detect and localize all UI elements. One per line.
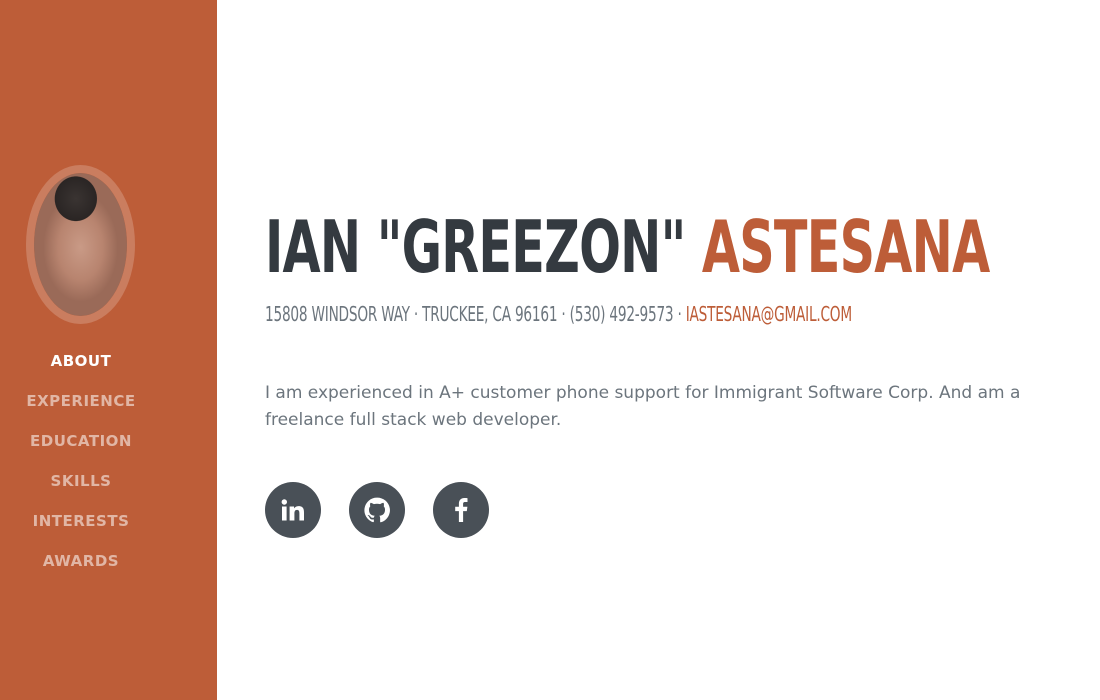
sidebar-nav: ABOUT EXPERIENCE EDUCATION SKILLS INTERE…: [0, 350, 162, 590]
bio-text: I am experienced in A+ customer phone su…: [265, 383, 1021, 430]
github-button[interactable]: [349, 482, 405, 538]
contact-address: 15808 WINDSOR WAY · TRUCKEE, CA 96161 · …: [265, 302, 682, 326]
social-links: [265, 482, 489, 538]
facebook-button[interactable]: [433, 482, 489, 538]
profile-photo: [34, 173, 127, 316]
linkedin-icon: [281, 499, 304, 521]
linkedin-button[interactable]: [265, 482, 321, 538]
nav-item-experience[interactable]: EXPERIENCE: [0, 390, 162, 430]
first-name: IAN "GREEZON": [265, 205, 686, 289]
nav-item-interests[interactable]: INTERESTS: [0, 510, 162, 550]
github-icon: [364, 497, 390, 523]
email-link[interactable]: IASTESANA@GMAIL.COM: [686, 302, 852, 326]
facebook-icon: [455, 498, 468, 522]
contact-line: 15808 WINDSOR WAY · TRUCKEE, CA 96161 · …: [265, 300, 852, 328]
nav-item-about[interactable]: ABOUT: [0, 350, 162, 390]
page-title: IAN "GREEZON" ASTESANA: [265, 200, 990, 294]
last-name: ASTESANA: [701, 205, 990, 289]
nav-item-education[interactable]: EDUCATION: [0, 430, 162, 470]
nav-item-skills[interactable]: SKILLS: [0, 470, 162, 510]
sidebar: ABOUT EXPERIENCE EDUCATION SKILLS INTERE…: [0, 0, 217, 700]
nav-item-awards[interactable]: AWARDS: [0, 550, 162, 590]
avatar: [26, 165, 135, 324]
